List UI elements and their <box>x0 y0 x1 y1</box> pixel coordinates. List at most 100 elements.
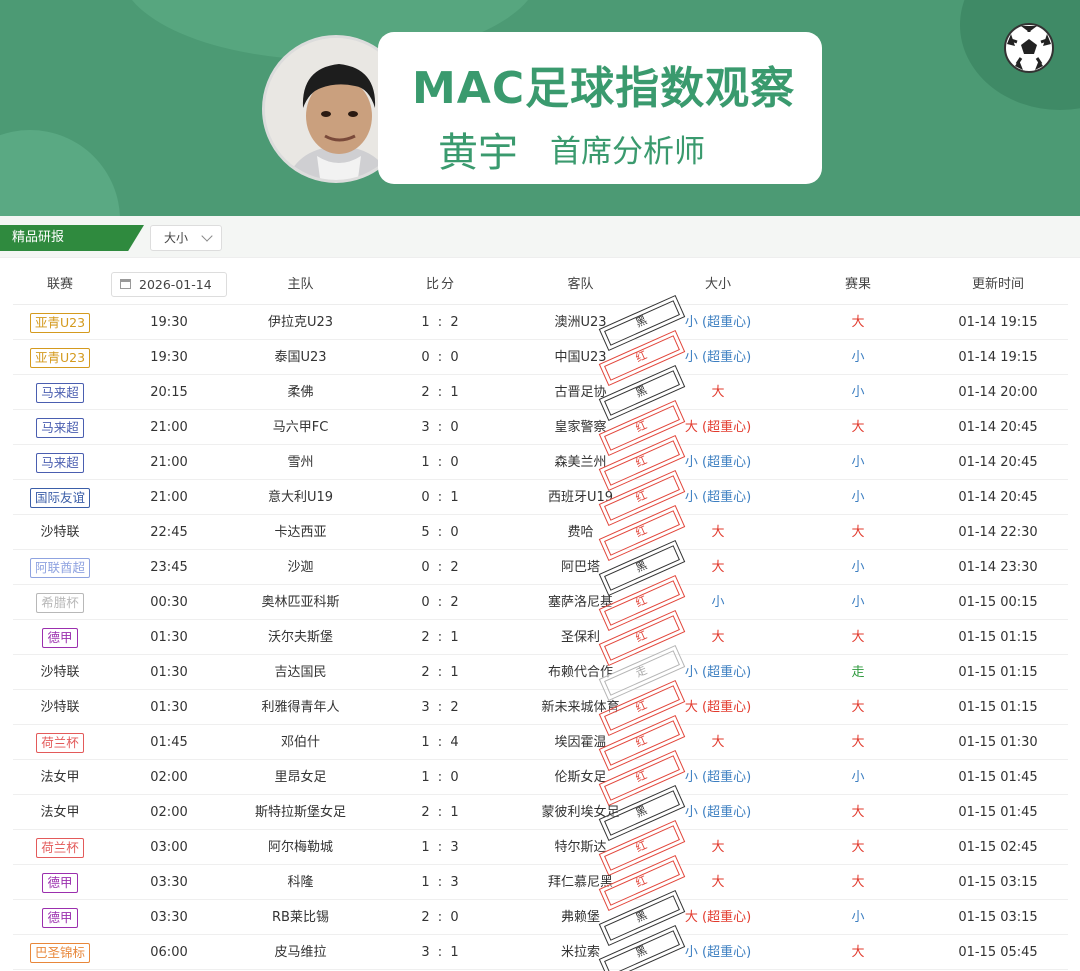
league-badge[interactable]: 荷兰杯 <box>36 837 84 858</box>
table-row[interactable]: 亚青U23 19:30 泰国U23 0 : 0 中国U23 小 (超重心) 小 01-14 1… <box>13 329 1068 387</box>
league-badge[interactable]: 法女甲 <box>40 770 79 785</box>
verdict-stamp-label: 走 <box>633 663 650 680</box>
header-result: 赛果 <box>844 277 871 292</box>
match-score: 0 : 1 <box>421 490 461 505</box>
league-cell: 沙特联 <box>13 515 107 550</box>
chevron-down-icon <box>201 230 213 242</box>
table-row[interactable]: 沙特联 01:30 吉达国民 2 : 1 布赖代合作小 (超重心) 走 01-15 01:1… <box>13 644 1068 702</box>
match-score: 2 : 1 <box>421 630 461 645</box>
league-cell: 马来超 <box>13 375 107 410</box>
table-row[interactable]: 法女甲 02:00 斯特拉斯堡女足 2 : 1 蒙彼利埃女足小 (超重心) 大 01-15 … <box>13 784 1068 842</box>
update-time: 01-15 02:45 <box>958 840 1038 855</box>
match-score: 3 : 2 <box>421 700 461 715</box>
home-team: 雪州 <box>287 455 314 470</box>
table-body: 亚青U23 19:30 伊拉克U23 1 : 2 澳洲U23 小 (超重心) 大 01-14 … <box>13 294 1068 971</box>
update-time: 01-15 01:45 <box>958 770 1038 785</box>
table-row[interactable]: 希腊杯 00:30 奥林匹亚科斯 0 : 2 塞萨洛尼基小小 01-15 00:15 红 <box>13 574 1068 632</box>
verdict-stamp-label: 红 <box>633 838 650 855</box>
tab-premium-report[interactable]: 精品研报 <box>0 225 144 251</box>
kickoff-time: 02:00 <box>150 805 188 820</box>
table-row[interactable]: 沙特联 01:30 利雅得青年人 3 : 2 新未来城体育大 (超重心) 大 01-15 0… <box>13 679 1068 737</box>
table-row[interactable]: 马来超 21:00 雪州 1 : 0 森美兰州小 (超重心) 小 01-14 20:45 红 <box>13 434 1068 492</box>
verdict-stamp-label: 红 <box>633 418 650 435</box>
table-row[interactable]: 法女甲 02:00 里昂女足 1 : 0 伦斯女足小 (超重心) 小 01-15 01:45… <box>13 749 1068 807</box>
verdict-stamp-label: 黑 <box>633 383 650 400</box>
verdict-stamp-label: 黑 <box>633 908 650 925</box>
match-result: 大 <box>851 525 865 540</box>
league-badge[interactable]: 马来超 <box>36 382 84 403</box>
verdict-stamp-label: 红 <box>633 698 650 715</box>
match-score: 1 : 0 <box>421 455 461 470</box>
table-row[interactable]: 阿联酋超 23:45 沙迦 0 : 2 阿巴塔大小 01-14 23:30 黑 <box>13 539 1068 597</box>
league-badge[interactable]: 国际友谊 <box>29 487 90 508</box>
match-result: 大 <box>851 630 865 645</box>
league-badge[interactable]: 德甲 <box>42 627 78 648</box>
ou-filter-select[interactable]: 大小 <box>150 225 222 251</box>
update-time: 01-15 05:45 <box>958 945 1038 960</box>
league-cell: 国际友谊 <box>13 480 107 515</box>
home-team: 科隆 <box>287 875 314 890</box>
league-badge[interactable]: 沙特联 <box>40 700 79 715</box>
header-home: 主队 <box>287 277 314 292</box>
table-row[interactable]: 亚青U23 19:30 伊拉克U23 1 : 2 澳洲U23 小 (超重心) 大 01-14 … <box>13 294 1068 352</box>
table-row[interactable]: 荷兰杯 01:45 邓伯什 1 : 4 埃因霍温大大 01-15 01:30 红 <box>13 714 1068 772</box>
table-row[interactable]: 德甲 03:30 RB莱比锡 2 : 0 弗赖堡大 (超重心) 小 01-15 03:15 黑 <box>13 889 1068 947</box>
league-badge[interactable]: 德甲 <box>42 872 78 893</box>
table-row[interactable]: 巴圣锦标 06:00 皮马维拉 3 : 1 米拉索小 (超重心) 大 01-15 05:45… <box>13 924 1068 971</box>
league-badge[interactable]: 阿联酋超 <box>29 557 90 578</box>
kickoff-time: 20:15 <box>150 385 188 400</box>
update-time: 01-14 19:15 <box>958 315 1038 330</box>
league-badge[interactable]: 希腊杯 <box>36 592 84 613</box>
match-result: 小 <box>851 455 865 470</box>
date-picker[interactable]: 2026-01-14 <box>111 272 227 297</box>
league-cell: 亚青U23 <box>13 305 107 340</box>
league-badge[interactable]: 亚青U23 <box>29 312 91 333</box>
league-cell: 德甲 <box>13 620 107 655</box>
home-team: 沙迦 <box>287 560 314 575</box>
kickoff-time: 03:30 <box>150 875 188 890</box>
home-team: 马六甲FC <box>272 420 329 435</box>
league-badge[interactable]: 法女甲 <box>40 805 79 820</box>
kickoff-time: 03:00 <box>150 840 188 855</box>
title-card: MAC足球指数观察 黄宇 首席分析师 <box>378 32 822 184</box>
league-badge[interactable]: 亚青U23 <box>29 347 91 368</box>
table-row[interactable]: 沙特联 22:45 卡达西亚 5 : 0 费哈大大 01-14 22:30 红 <box>13 504 1068 562</box>
match-table: 联赛 2026-01-14 主队 比分 客队 大小 赛果 更新时间 亚青U23 1… <box>13 265 1068 971</box>
home-team: 伊拉克U23 <box>267 315 334 330</box>
league-badge[interactable]: 马来超 <box>36 417 84 438</box>
analyst-name: 黄宇 <box>438 130 518 176</box>
kickoff-time: 02:00 <box>150 770 188 785</box>
match-score: 1 : 0 <box>421 770 461 785</box>
kickoff-time: 22:45 <box>150 525 188 540</box>
match-score: 5 : 0 <box>421 525 461 540</box>
table-row[interactable]: 荷兰杯 03:00 阿尔梅勒城 1 : 3 特尔斯达大大 01-15 02:45 红 <box>13 819 1068 877</box>
header-score: 比分 <box>425 277 456 292</box>
league-cell: 沙特联 <box>13 655 107 690</box>
update-time: 01-14 19:15 <box>958 350 1038 365</box>
soccer-ball-icon <box>1004 23 1054 73</box>
table-row[interactable]: 德甲 01:30 沃尔夫斯堡 2 : 1 圣保利大大 01-15 01:15 红 <box>13 609 1068 667</box>
league-badge[interactable]: 沙特联 <box>40 525 79 540</box>
kickoff-time: 06:00 <box>150 945 188 960</box>
league-badge[interactable]: 荷兰杯 <box>36 732 84 753</box>
home-team: 泰国U23 <box>274 350 327 365</box>
match-result: 小 <box>851 595 865 610</box>
league-badge[interactable]: 马来超 <box>36 452 84 473</box>
league-badge[interactable]: 沙特联 <box>40 665 79 680</box>
update-time: 01-15 03:15 <box>958 910 1038 925</box>
league-badge[interactable]: 巴圣锦标 <box>29 942 90 963</box>
league-cell: 德甲 <box>13 900 107 935</box>
match-score: 0 : 2 <box>421 560 461 575</box>
match-result: 大 <box>851 805 865 820</box>
update-time: 01-15 00:15 <box>958 595 1038 610</box>
table-row[interactable]: 马来超 20:15 柔佛 2 : 1 古晋足协大小 01-14 20:00 黑 <box>13 364 1068 422</box>
table-row[interactable]: 国际友谊 21:00 意大利U19 0 : 1 西班牙U19 小 (超重心) 小 01-14 … <box>13 469 1068 527</box>
kickoff-time: 01:30 <box>150 630 188 645</box>
home-team: 柔佛 <box>287 385 314 400</box>
update-time: 01-14 20:45 <box>958 490 1038 505</box>
table-row[interactable]: 德甲 03:30 科隆 1 : 3 拜仁慕尼黑大大 01-15 03:15 红 <box>13 854 1068 912</box>
verdict-stamp-label: 红 <box>633 873 650 890</box>
league-badge[interactable]: 德甲 <box>42 907 78 928</box>
table-row[interactable]: 马来超 21:00 马六甲FC 3 : 0 皇家警察大 (超重心) 大 01-14 20:4… <box>13 399 1068 457</box>
league-cell: 荷兰杯 <box>13 830 107 865</box>
